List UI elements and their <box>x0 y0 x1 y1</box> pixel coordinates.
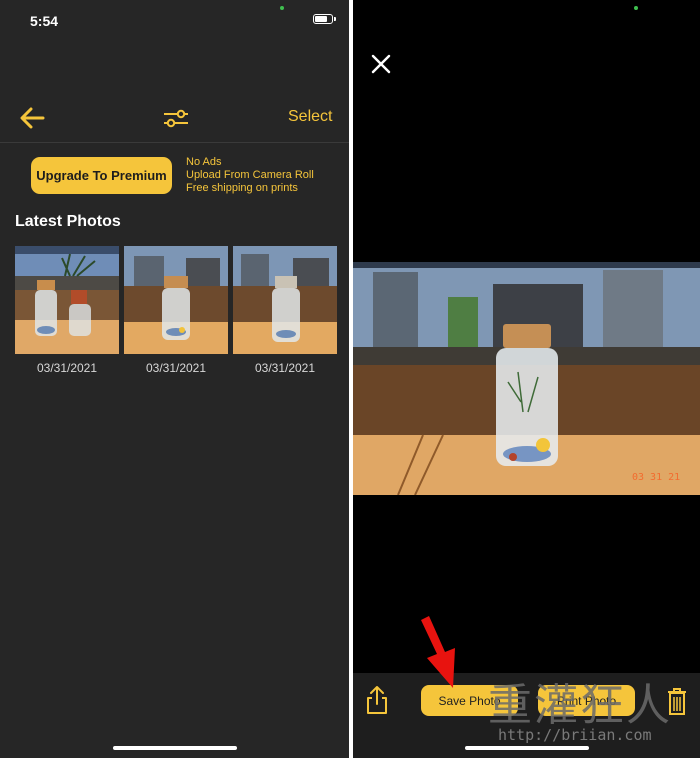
arrow-left-icon[interactable] <box>18 104 46 132</box>
watermark-url: http://briian.com <box>498 726 652 744</box>
camera-indicator-dot <box>280 6 284 10</box>
select-button[interactable]: Select <box>288 108 332 126</box>
section-title: Latest Photos <box>15 213 121 230</box>
site-watermark: 重灌狂人 http://briian.com <box>488 680 672 745</box>
upgrade-premium-label: Upgrade To Premium <box>36 168 167 183</box>
status-time: 5:54 <box>30 13 59 29</box>
photo-preview: 03 31 21 <box>353 262 700 495</box>
close-icon[interactable] <box>370 53 392 75</box>
nav-divider <box>0 142 349 143</box>
upgrade-premium-button[interactable]: Upgrade To Premium <box>31 157 172 194</box>
perk-item: Upload From Camera Roll <box>186 169 314 181</box>
home-indicator[interactable] <box>113 746 237 750</box>
photo-thumbnail[interactable] <box>15 246 119 354</box>
date-stamp: 03 31 21 <box>632 472 681 483</box>
perk-item: Free shipping on prints <box>186 182 298 194</box>
sliders-icon[interactable] <box>162 106 190 130</box>
photo-date: 03/31/2021 <box>145 361 207 375</box>
perk-item: No Ads <box>186 156 222 168</box>
photo-thumbnail[interactable] <box>233 246 337 354</box>
photo-detail-screen: 03 31 21 Save Photo Print Photo 重灌狂人 htt… <box>353 0 700 758</box>
watermark-glyphs: 重灌狂人 <box>488 680 672 731</box>
red-arrow-annotation <box>421 616 455 688</box>
battery-icon <box>313 14 336 24</box>
photo-thumbnail[interactable] <box>124 246 228 354</box>
gallery-screen: 5:54 Select Upgrade To Premium No Ads Up… <box>0 0 349 758</box>
share-icon[interactable] <box>366 685 388 715</box>
home-indicator[interactable] <box>465 746 589 750</box>
photo-date: 03/31/2021 <box>254 361 316 375</box>
premium-perks-list: No Ads Upload From Camera Roll Free ship… <box>186 156 314 195</box>
camera-indicator-dot <box>634 6 638 10</box>
photo-date: 03/31/2021 <box>36 361 98 375</box>
